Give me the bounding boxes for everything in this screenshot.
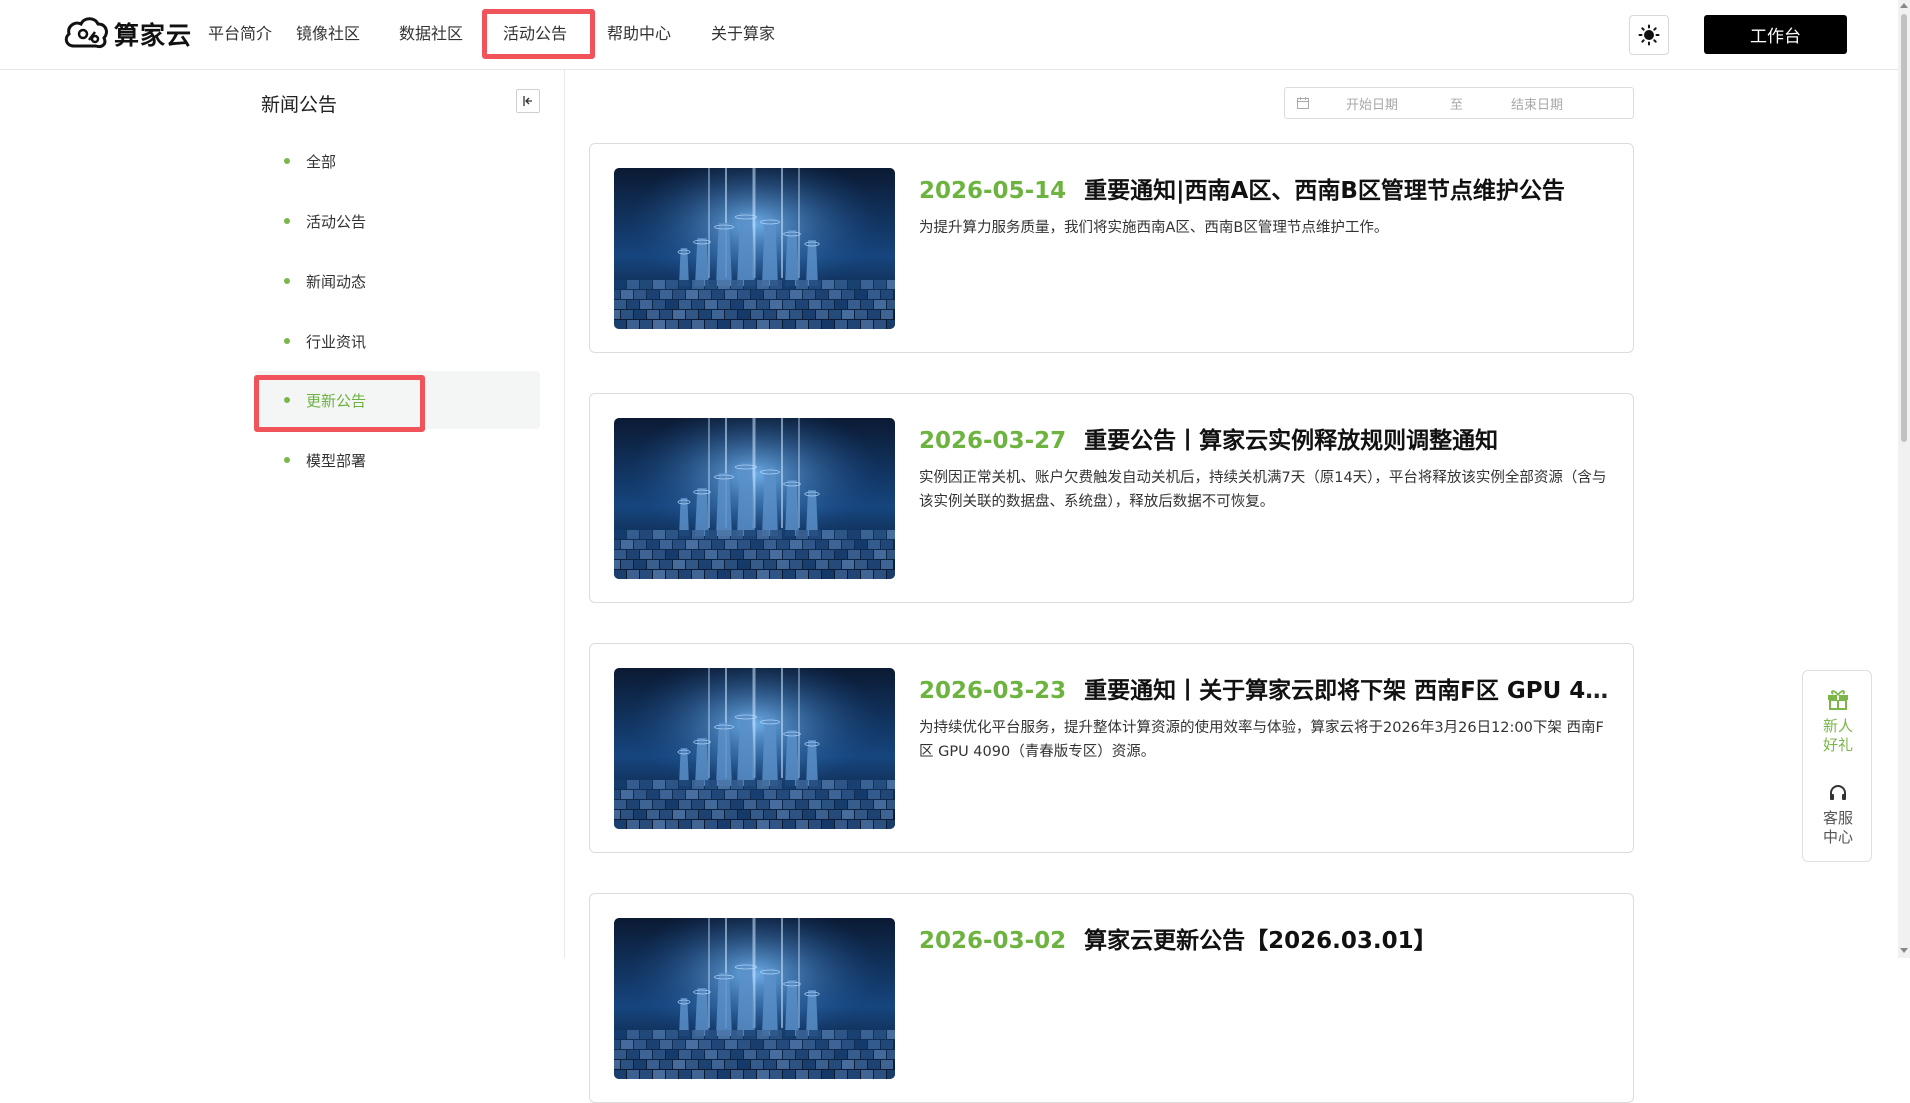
- collapse-left-icon: [523, 96, 532, 106]
- article-thumbnail: [614, 668, 895, 829]
- sidebar-item-activity[interactable]: 活动公告: [254, 192, 540, 250]
- theme-toggle-button[interactable]: [1629, 15, 1669, 55]
- page-scrollbar[interactable]: [1898, 0, 1910, 958]
- article-date: 2026-03-27: [919, 428, 1067, 454]
- article-card[interactable]: 2026-03-02 算家云更新公告【2026.03.01】: [589, 893, 1634, 1103]
- nav-highlight-box: [482, 9, 595, 59]
- top-header: 算家云 平台简介 镜像社区 数据社区 活动公告 帮助中心 关于算家 工作台: [0, 0, 1898, 70]
- article-heading: 2026-03-02 算家云更新公告【2026.03.01】: [919, 921, 1609, 955]
- article-thumbnail: [614, 418, 895, 579]
- article-date: 2026-03-23: [919, 678, 1067, 704]
- floating-side-panel: 新人好礼 客服中心: [1802, 670, 1872, 862]
- article-title[interactable]: 重要公告丨算家云实例释放规则调整通知: [1084, 428, 1498, 454]
- scroll-down-arrow-icon[interactable]: [1900, 948, 1908, 953]
- gift-label: 新人好礼: [1822, 717, 1853, 754]
- article-summary: 为持续优化平台服务，提升整体计算资源的使用效率与体验，算家云将于2026年3月2…: [919, 720, 1604, 760]
- new-user-gift-button[interactable]: 新人好礼: [1803, 685, 1873, 755]
- article-summary: 为提升算力服务质量，我们将实施西南A区、西南B区管理节点维护工作。: [919, 220, 1389, 236]
- sidebar-item-label: 模型部署: [306, 451, 367, 470]
- nav-item-data-community[interactable]: 数据社区: [399, 22, 463, 46]
- sidebar-title: 新闻公告: [261, 94, 338, 116]
- sidebar-item-label: 新闻动态: [306, 272, 367, 291]
- brand-logo[interactable]: 算家云: [62, 12, 192, 56]
- brand-name: 算家云: [114, 21, 193, 50]
- nav-item-platform-intro[interactable]: 平台简介: [208, 22, 272, 46]
- article-date: 2026-05-14: [919, 178, 1067, 204]
- bullet-dot: [284, 338, 290, 344]
- nav-item-help-center[interactable]: 帮助中心: [607, 22, 671, 46]
- end-date-input[interactable]: 结束日期: [1511, 94, 1563, 113]
- sidebar-item-all[interactable]: 全部: [254, 132, 540, 190]
- nav-item-about[interactable]: 关于算家: [711, 22, 775, 46]
- scroll-thumb[interactable]: [1901, 14, 1907, 442]
- headset-icon: [1830, 785, 1846, 800]
- sidebar-item-label: 全部: [306, 152, 337, 171]
- service-label: 客服中心: [1822, 809, 1853, 846]
- sidebar-highlight-box: [254, 375, 425, 432]
- sidebar-collapse-button[interactable]: [516, 89, 540, 113]
- article-thumbnail: [614, 918, 895, 1079]
- bullet-dot: [284, 457, 290, 463]
- article-heading: 2026-03-27 重要公告丨算家云实例释放规则调整通知: [919, 421, 1609, 455]
- sidebar-item-news[interactable]: 新闻动态: [254, 252, 540, 310]
- date-range-picker[interactable]: 开始日期 至 结束日期: [1284, 87, 1634, 119]
- article-title[interactable]: 重要通知丨关于算家云即将下架 西南F区 GPU 4090（青春版专区）资源的通知: [1084, 678, 1609, 704]
- date-range-separator: 至: [1450, 97, 1464, 113]
- bullet-dot: [284, 218, 290, 224]
- sidebar-item-industry[interactable]: 行业资讯: [254, 312, 540, 370]
- cloud-logo-icon: [64, 17, 108, 48]
- workbench-button[interactable]: 工作台: [1704, 15, 1847, 54]
- article-card[interactable]: 2026-05-14 重要通知|西南A区、西南B区管理节点维护公告 为提升算力服务…: [589, 143, 1634, 353]
- sun-icon: [1638, 24, 1660, 46]
- article-card[interactable]: 2026-03-27 重要公告丨算家云实例释放规则调整通知 实例因正常关机、账户欠…: [589, 393, 1634, 603]
- customer-service-button[interactable]: 客服中心: [1803, 783, 1873, 847]
- calendar-icon: [1297, 97, 1309, 109]
- scroll-up-arrow-icon[interactable]: [1900, 3, 1908, 8]
- nav-item-image-community[interactable]: 镜像社区: [296, 22, 360, 46]
- sidebar: 新闻公告 全部 活动公告 新闻动态 行业资讯 更新公告 模型部署: [0, 70, 565, 958]
- article-heading: 2026-05-14 重要通知|西南A区、西南B区管理节点维护公告: [919, 171, 1609, 205]
- article-title[interactable]: 算家云更新公告【2026.03.01】: [1084, 928, 1437, 954]
- article-heading: 2026-03-23 重要通知丨关于算家云即将下架 西南F区 GPU 4090（青…: [919, 671, 1609, 705]
- article-title[interactable]: 重要通知|西南A区、西南B区管理节点维护公告: [1084, 178, 1565, 204]
- article-card[interactable]: 2026-03-23 重要通知丨关于算家云即将下架 西南F区 GPU 4090（青…: [589, 643, 1634, 853]
- bullet-dot: [284, 278, 290, 284]
- article-summary: 实例因正常关机、账户欠费触发自动关机后，持续关机满7天（原14天），平台将释放该…: [919, 470, 1607, 510]
- start-date-input[interactable]: 开始日期: [1346, 94, 1398, 113]
- sidebar-item-label: 行业资讯: [306, 332, 367, 351]
- article-thumbnail: [614, 168, 895, 329]
- article-date: 2026-03-02: [919, 928, 1067, 954]
- gift-icon: [1828, 690, 1848, 710]
- sidebar-item-model-deploy[interactable]: 模型部署: [254, 431, 540, 489]
- bullet-dot: [284, 158, 290, 164]
- sidebar-item-label: 活动公告: [306, 212, 367, 231]
